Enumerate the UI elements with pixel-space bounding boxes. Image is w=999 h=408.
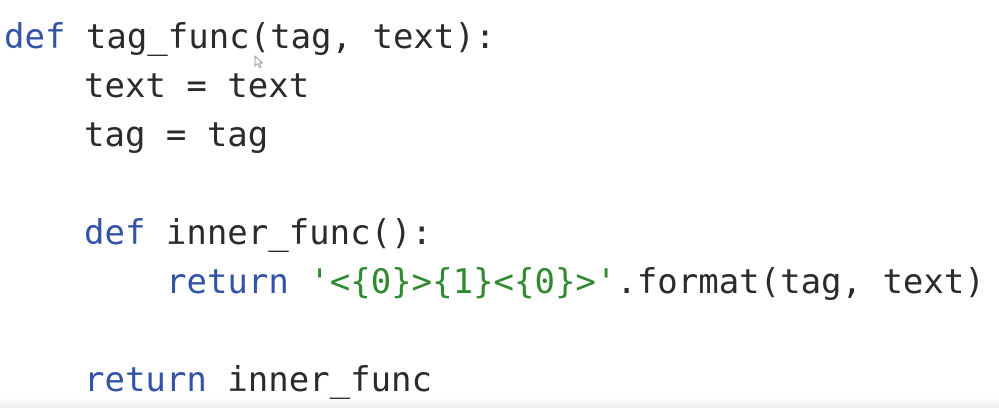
assignment-statement: tag = tag	[84, 115, 269, 155]
code-line-3: tag = tag	[84, 110, 268, 160]
code-editor: def tag_func(tag, text): text = text tag…	[0, 0, 999, 408]
return-value: inner_func	[206, 360, 432, 400]
code-line-4: def inner_func():	[84, 208, 432, 258]
keyword-return: return	[84, 360, 207, 400]
string-literal: '<{0}>{1}<{0}>'	[309, 262, 617, 302]
bottom-edge-shadow	[0, 398, 999, 408]
keyword-def: def	[84, 213, 146, 253]
inner-function-signature: inner_func():	[145, 213, 432, 253]
keyword-def: def	[4, 17, 66, 57]
format-call: .format(tag, text)	[616, 262, 985, 302]
mouse-pointer-icon	[254, 55, 264, 69]
code-line-1: def tag_func(tag, text):	[4, 12, 495, 62]
keyword-return: return	[166, 262, 289, 302]
code-line-5: return '<{0}>{1}<{0}>'.format(tag, text)	[166, 257, 985, 307]
function-signature: tag_func(tag, text):	[65, 17, 496, 57]
code-line-2: text = text	[84, 61, 309, 111]
assignment-statement: text = text	[84, 66, 310, 106]
